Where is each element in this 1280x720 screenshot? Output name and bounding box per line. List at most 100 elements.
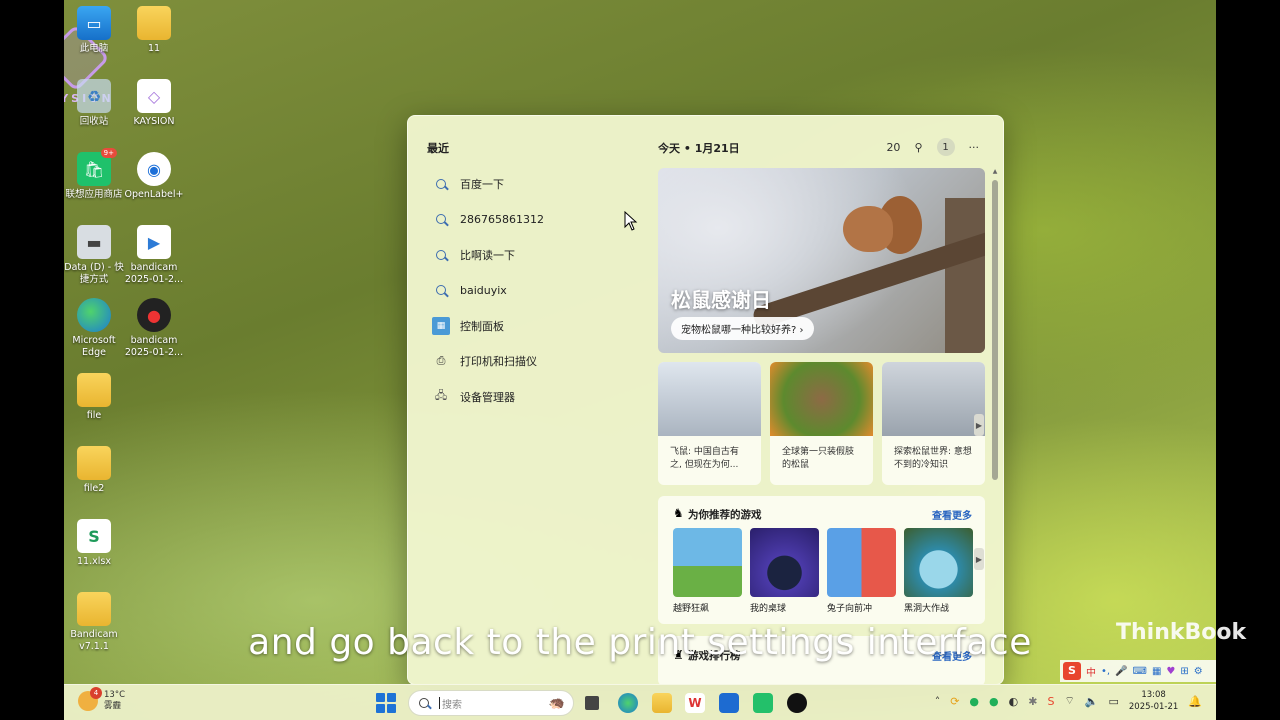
qq-icon[interactable]: ◐	[1009, 695, 1019, 708]
weather-description: 雾霾	[104, 701, 122, 711]
desktop-icon-recycle-bin[interactable]: ♻ 回收站	[64, 79, 125, 128]
wechat-work-icon[interactable]: ●	[989, 695, 999, 708]
bluetooth-icon[interactable]: ✱	[1028, 695, 1037, 708]
recent-heading: 最近	[427, 142, 449, 155]
taskbar-search-box[interactable]: 搜索 🦔	[408, 690, 574, 716]
search-placeholder: 搜索	[442, 699, 462, 711]
search-icon	[432, 210, 450, 228]
wifi-icon[interactable]: ⌔	[1064, 694, 1074, 708]
desktop-icon-file2[interactable]: file2	[64, 446, 125, 495]
game-tile[interactable]: 黑洞大作战	[904, 528, 973, 614]
scroll-up-arrow-icon[interactable]: ▲	[991, 168, 999, 175]
chevron-up-icon[interactable]: ˄	[935, 695, 941, 708]
file-explorer-icon[interactable]	[652, 693, 672, 713]
games-see-more-link[interactable]: 查看更多	[932, 507, 972, 522]
clock-time: 13:08	[1141, 690, 1166, 700]
game-image	[827, 528, 896, 597]
desktop-icon-app-store[interactable]: 🛍 9+ 联想应用商店	[64, 148, 125, 201]
bandicam-icon: ●	[137, 298, 171, 332]
game-tile[interactable]: 兔子向前冲	[827, 528, 896, 614]
game-tile[interactable]: 我的桌球	[750, 528, 819, 614]
recent-item-printers[interactable]: ⎙ 打印机和扫描仪	[432, 344, 642, 380]
ime-skin-icon[interactable]: ♥	[1166, 666, 1175, 677]
computer-icon: ▭	[77, 6, 111, 40]
more-options-button[interactable]: ···	[969, 141, 980, 154]
printer-icon: ⎙	[436, 354, 446, 368]
article-card[interactable]: 探索松鼠世界: 意想不到的冷知识	[882, 362, 985, 485]
sogou-tray-icon[interactable]: S	[1047, 695, 1054, 708]
kaysion-icon: ◇	[137, 79, 171, 113]
ime-settings-icon[interactable]: ⚙	[1194, 666, 1203, 677]
clock[interactable]: 13:08 2025-01-21	[1129, 689, 1178, 713]
desktop-icon-file[interactable]: file	[64, 373, 125, 422]
ime-toolbox-icon[interactable]: ▦	[1152, 666, 1161, 677]
weather-badge: 4	[90, 687, 102, 699]
recent-item-device-manager[interactable]: 🖧 设备管理器	[432, 379, 642, 415]
recent-item-baiduyix[interactable]: baiduyix	[432, 273, 642, 309]
weather-widget[interactable]: 4 13°C 雾霾	[78, 687, 126, 712]
ime-grid-icon[interactable]: ⊞	[1180, 666, 1188, 677]
wps-icon[interactable]: W	[685, 693, 705, 713]
desktop-icon-xlsx[interactable]: S 11.xlsx	[64, 519, 125, 568]
scroll-thumb[interactable]	[992, 180, 998, 480]
desktop-icon-bandicam-video-1[interactable]: ▶ bandicam 2025-01-2...	[123, 225, 185, 286]
panel-scrollbar[interactable]: ▲	[991, 168, 999, 678]
recent-item-number[interactable]: 286765861312	[432, 202, 642, 238]
recent-item-baidu[interactable]: 百度一下	[432, 166, 642, 202]
hero-card[interactable]: 松鼠感谢日 宠物松鼠哪一种比较好养? ›	[658, 168, 985, 353]
spreadsheet-icon: S	[77, 519, 111, 553]
games-next-arrow-icon[interactable]: ▶	[974, 548, 984, 570]
article-image	[882, 362, 985, 436]
volume-icon[interactable]: 🔈	[1085, 695, 1099, 708]
wechat-icon[interactable]: ●	[969, 695, 979, 708]
recent-item-biaduyixia[interactable]: 比啊读一下	[432, 237, 642, 273]
header-actions: 20 ⚲ 1 ···	[886, 138, 979, 156]
lenovo-app-store-icon[interactable]	[753, 693, 773, 713]
bandicam-taskbar-icon[interactable]	[787, 693, 807, 713]
clock-date: 2025-01-21	[1128, 702, 1179, 712]
hero-question-pill[interactable]: 宠物松鼠哪一种比较好养? ›	[671, 317, 814, 340]
hero-title: 松鼠感谢日	[671, 288, 771, 312]
recycle-bin-icon: ♻	[77, 79, 111, 113]
notification-count[interactable]: 1	[936, 138, 955, 156]
ime-toolbar[interactable]: S 中 •, 🎤 ⌨ ▦ ♥ ⊞ ⚙	[1060, 660, 1216, 682]
recent-item-control-panel[interactable]: ▦ 控制面板	[432, 308, 642, 344]
game-tile[interactable]: 越野狂飙	[673, 528, 742, 614]
search-icon	[419, 698, 429, 708]
ime-language[interactable]: 中	[1086, 664, 1096, 679]
ime-punctuation-icon[interactable]: •,	[1101, 666, 1110, 677]
notification-bell-icon[interactable]: 🔔	[1188, 695, 1202, 708]
game-image	[673, 528, 742, 597]
mouse-cursor-icon	[624, 211, 638, 231]
sync-icon[interactable]: ⟳	[950, 695, 959, 708]
article-card[interactable]: 全球第一只装假肢的松鼠	[770, 362, 873, 485]
store-icon[interactable]	[719, 693, 739, 713]
desktop-icon-bandicam-video-2[interactable]: ● bandicam 2025-01-2...	[123, 298, 185, 359]
edge-taskbar-icon[interactable]	[618, 693, 638, 713]
desktop-icon-openlabel[interactable]: ◉ OpenLabel+	[123, 152, 185, 201]
folder-icon	[137, 6, 171, 40]
rewards-icon[interactable]: ⚲	[914, 141, 922, 154]
device-manager-icon: 🖧	[434, 389, 448, 403]
game-image	[750, 528, 819, 597]
edge-icon	[77, 298, 111, 332]
task-view-icon[interactable]	[585, 696, 599, 710]
keyboard-icon[interactable]: ⌨	[1133, 666, 1147, 677]
article-card[interactable]: 飞鼠: 中国自古有之, 但现在为何...	[658, 362, 761, 485]
microphone-icon[interactable]: 🎤	[1115, 666, 1127, 677]
search-highlight-icon: 🦔	[548, 695, 565, 711]
desktop-icon-kaysion[interactable]: ◇ KAYSION	[123, 79, 185, 128]
weather-temperature: 13°C	[104, 690, 126, 700]
battery-icon[interactable]: ▭	[1108, 695, 1118, 708]
search-flyout: 最近 百度一下 286765861312 比啊读一下 baiduyix ▦ 控制…	[407, 115, 1004, 685]
rewards-points[interactable]: 20	[886, 141, 900, 154]
weather-icon: 4	[78, 687, 102, 711]
desktop-icon-data-drive[interactable]: ▬ Data (D) - 快捷方式	[64, 225, 125, 286]
start-button[interactable]	[376, 693, 396, 713]
sogou-ime-icon[interactable]: S	[1063, 662, 1081, 680]
cards-next-arrow-icon[interactable]: ▶	[974, 414, 984, 436]
desktop-icon-edge[interactable]: Microsoft Edge	[64, 298, 125, 359]
desktop-icon-folder-11[interactable]: 11	[123, 6, 185, 55]
desktop-icon-this-pc[interactable]: ▭ 此电脑	[64, 6, 125, 55]
video-subtitle: and go back to the print settings interf…	[248, 622, 1032, 663]
